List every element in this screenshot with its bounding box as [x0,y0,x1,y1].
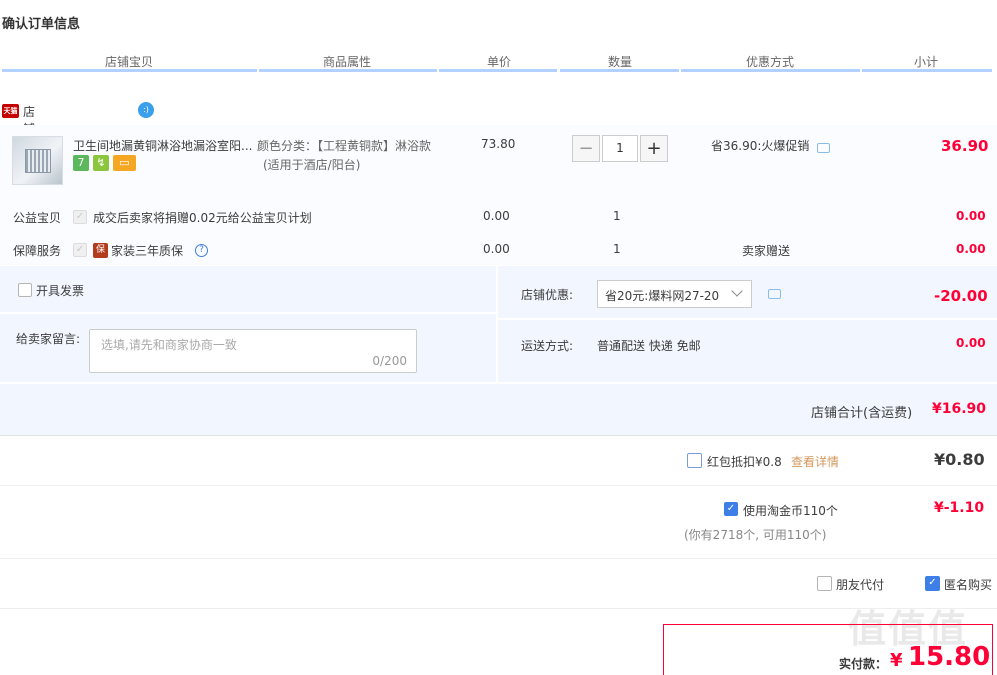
charity-checkbox: ✓ [73,210,87,224]
divider [0,558,997,559]
product-name-link[interactable]: 卫生间地漏黄铜淋浴地漏浴室阳... [73,137,255,154]
warranty-checkbox: ✓ [73,243,87,257]
red-packet-checkbox[interactable] [687,453,702,468]
taojinbi-checkbox[interactable]: ✓ [724,502,738,516]
header-underline [560,69,679,72]
memo-textarea[interactable]: 选填,请先和商家协商一致 0/200 [89,329,417,373]
discount-chat-icon[interactable] [768,289,781,299]
charity-quantity: 1 [613,209,621,223]
header-quantity: 数量 [608,55,633,69]
memo-char-counter: 0/200 [372,354,407,368]
shop-total-amount: ¥16.90 [932,401,987,417]
item-subtotal: 36.90 [941,137,989,155]
lightning-service-icon[interactable]: ↯ [93,155,109,171]
attr-note: (适用于酒店/阳台) [263,158,361,172]
warranty-label: 保障服务 [13,244,62,258]
divider [0,485,997,486]
warranty-text: 家装三年质保 [111,244,184,258]
divider [0,382,997,384]
divider [496,318,997,320]
header-underline [259,69,437,72]
invoice-checkbox[interactable] [18,283,32,297]
header-underline [2,69,257,72]
order-table-header: 店铺宝贝 商品属性 单价 数量 优惠方式 小计 [0,48,997,74]
seven-day-return-icon[interactable]: 7 [73,155,89,171]
charity-text: 成交后卖家将捐赠0.02元给公益宝贝计划 [93,211,312,225]
taojinbi-note: (你有2718个, 可用110个) [684,528,827,542]
friend-pay-checkbox[interactable] [817,576,832,591]
taojinbi-amount: ¥-1.10 [934,500,985,516]
invoice-label[interactable]: 开具发票 [36,282,84,299]
red-packet-label[interactable]: 红包抵扣¥0.8 [707,453,782,470]
anonymous-label[interactable]: 匿名购买 [944,576,997,593]
header-subtotal: 小计 [914,55,939,69]
payment-label: 实付款： [839,657,888,671]
attr-color: 颜色分类：【工程黄铜款】淋浴款 [257,139,432,153]
quantity-decrease-button[interactable]: − [572,135,600,162]
tmall-icon: 天猫 [2,104,19,118]
shop-total-label: 店铺合计(含运费) [811,406,913,421]
charity-price: 0.00 [483,209,510,223]
quantity-increase-button[interactable]: + [640,135,668,162]
header-underline [439,69,557,72]
red-packet-detail-link[interactable]: 查看详情 [791,453,839,470]
shipping-amount: 0.00 [956,336,986,350]
shop-discount-amount: -20.00 [934,287,988,305]
friend-pay-label[interactable]: 朋友代付 [836,576,884,593]
divider [0,435,997,436]
page-title: 确认订单信息 [2,17,81,32]
shipping-method: 普通配送 快递 免邮 [597,339,701,353]
shop-discount-selected: 省20元:爆料网27-20 [605,289,720,303]
taojinbi-label[interactable]: 使用淘金币110个 [743,502,838,519]
memo-label: 给卖家留言: [16,332,81,346]
payment-currency: ¥ [890,650,903,671]
warranty-discount: 卖家赠送 [742,244,791,258]
warranty-shield-icon: 保 [93,243,108,258]
warranty-subtotal: 0.00 [956,242,986,256]
header-underline [862,69,992,72]
chevron-down-icon [731,285,743,297]
divider [0,312,496,314]
shipping-label: 运送方式: [521,339,574,353]
header-discount: 优惠方式 [746,55,795,69]
promo-detail-icon[interactable] [817,143,830,153]
anonymous-checkbox[interactable]: ✓ [925,576,940,591]
credit-card-icon[interactable]: ▭ [113,155,136,171]
payment-amount: 15.80 [908,642,991,672]
memo-placeholder: 选填,请先和商家协商一致 [101,338,237,352]
charity-subtotal: 0.00 [956,209,986,223]
header-unit-price: 单价 [487,55,512,69]
product-thumbnail[interactable] [12,136,63,185]
header-underline [681,69,860,72]
product-attributes: 颜色分类：【工程黄铜款】淋浴款 (适用于酒店/阳台) [257,137,431,175]
charity-label: 公益宝贝 [13,211,62,225]
shop-discount-label: 店铺优惠: [521,288,574,302]
quantity-input[interactable]: 1 [602,135,638,162]
header-attributes: 商品属性 [323,55,372,69]
red-packet-amount: ¥0.80 [934,450,985,469]
header-shop-item: 店铺宝贝 [105,55,154,69]
quantity-stepper: − 1 + [572,135,668,162]
shop-discount-select[interactable]: 省20元:爆料网27-20 [597,280,752,308]
item-promo: 省36.90:火爆促销 [711,139,810,153]
divider [496,266,498,382]
warranty-quantity: 1 [613,242,621,256]
wangwang-chat-icon[interactable]: :) [138,102,154,118]
item-unit-price: 73.80 [481,137,516,151]
warranty-price: 0.00 [483,242,510,256]
help-icon[interactable]: ? [195,244,208,257]
